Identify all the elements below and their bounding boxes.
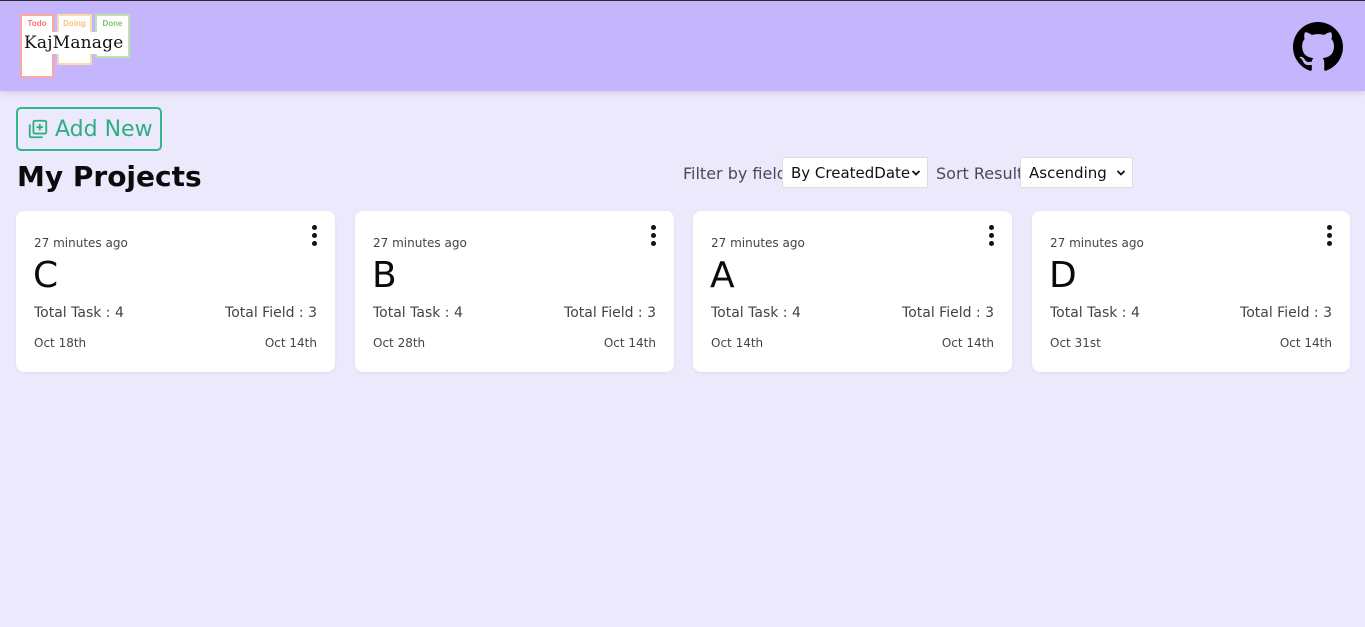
project-total-fields: Total Field : 3 bbox=[1240, 305, 1332, 321]
project-date-left: Oct 18th bbox=[34, 336, 87, 350]
project-name: A bbox=[710, 255, 735, 296]
chevron-down-icon bbox=[911, 170, 921, 176]
sort-order-value: Ascending bbox=[1029, 163, 1107, 182]
add-project-icon bbox=[28, 119, 48, 139]
project-name: D bbox=[1049, 255, 1077, 296]
chevron-down-icon bbox=[1116, 170, 1126, 176]
project-total-tasks: Total Task : 4 bbox=[34, 305, 124, 321]
more-options-icon[interactable] bbox=[1322, 225, 1336, 253]
project-date-left: Oct 28th bbox=[373, 336, 426, 350]
filter-field-select[interactable]: By CreatedDate bbox=[782, 157, 928, 188]
project-card[interactable]: 27 minutes ago B Total Task : 4 Total Fi… bbox=[355, 211, 674, 372]
project-total-fields: Total Field : 3 bbox=[902, 305, 994, 321]
project-name: C bbox=[33, 255, 59, 296]
project-date-right: Oct 14th bbox=[1279, 336, 1332, 350]
more-options-icon[interactable] bbox=[646, 225, 660, 253]
project-card[interactable]: 27 minutes ago C Total Task : 4 Total Fi… bbox=[16, 211, 335, 372]
filter-label: Filter by field bbox=[683, 164, 787, 183]
project-card[interactable]: 27 minutes ago A Total Task : 4 Total Fi… bbox=[693, 211, 1012, 372]
project-total-fields: Total Field : 3 bbox=[564, 305, 656, 321]
project-total-tasks: Total Task : 4 bbox=[1050, 305, 1140, 321]
github-icon[interactable] bbox=[1293, 22, 1343, 72]
more-options-icon[interactable] bbox=[984, 225, 998, 253]
sort-order-select[interactable]: Ascending bbox=[1020, 157, 1133, 188]
project-name: B bbox=[372, 255, 397, 296]
logo[interactable]: Todo Doing Done KajManage bbox=[20, 14, 132, 80]
project-total-tasks: Total Task : 4 bbox=[373, 305, 463, 321]
more-options-icon[interactable] bbox=[307, 225, 321, 253]
add-new-button[interactable]: Add New bbox=[16, 107, 162, 151]
project-date-right: Oct 14th bbox=[264, 336, 317, 350]
project-date-left: Oct 31st bbox=[1050, 336, 1101, 350]
header: Todo Doing Done KajManage bbox=[0, 0, 1365, 91]
project-date-left: Oct 14th bbox=[711, 336, 764, 350]
sort-label: Sort Result bbox=[936, 164, 1024, 183]
project-created-ago: 27 minutes ago bbox=[711, 236, 805, 250]
project-card[interactable]: 27 minutes ago D Total Task : 4 Total Fi… bbox=[1032, 211, 1350, 372]
project-created-ago: 27 minutes ago bbox=[34, 236, 128, 250]
project-total-tasks: Total Task : 4 bbox=[711, 305, 801, 321]
page-title: My Projects bbox=[17, 160, 202, 193]
project-total-fields: Total Field : 3 bbox=[225, 305, 317, 321]
project-created-ago: 27 minutes ago bbox=[1050, 236, 1144, 250]
project-date-right: Oct 14th bbox=[603, 336, 656, 350]
project-created-ago: 27 minutes ago bbox=[373, 236, 467, 250]
project-date-right: Oct 14th bbox=[941, 336, 994, 350]
filter-field-value: By CreatedDate bbox=[791, 163, 911, 182]
add-new-label: Add New bbox=[55, 116, 153, 142]
logo-wordmark: KajManage bbox=[22, 32, 126, 54]
